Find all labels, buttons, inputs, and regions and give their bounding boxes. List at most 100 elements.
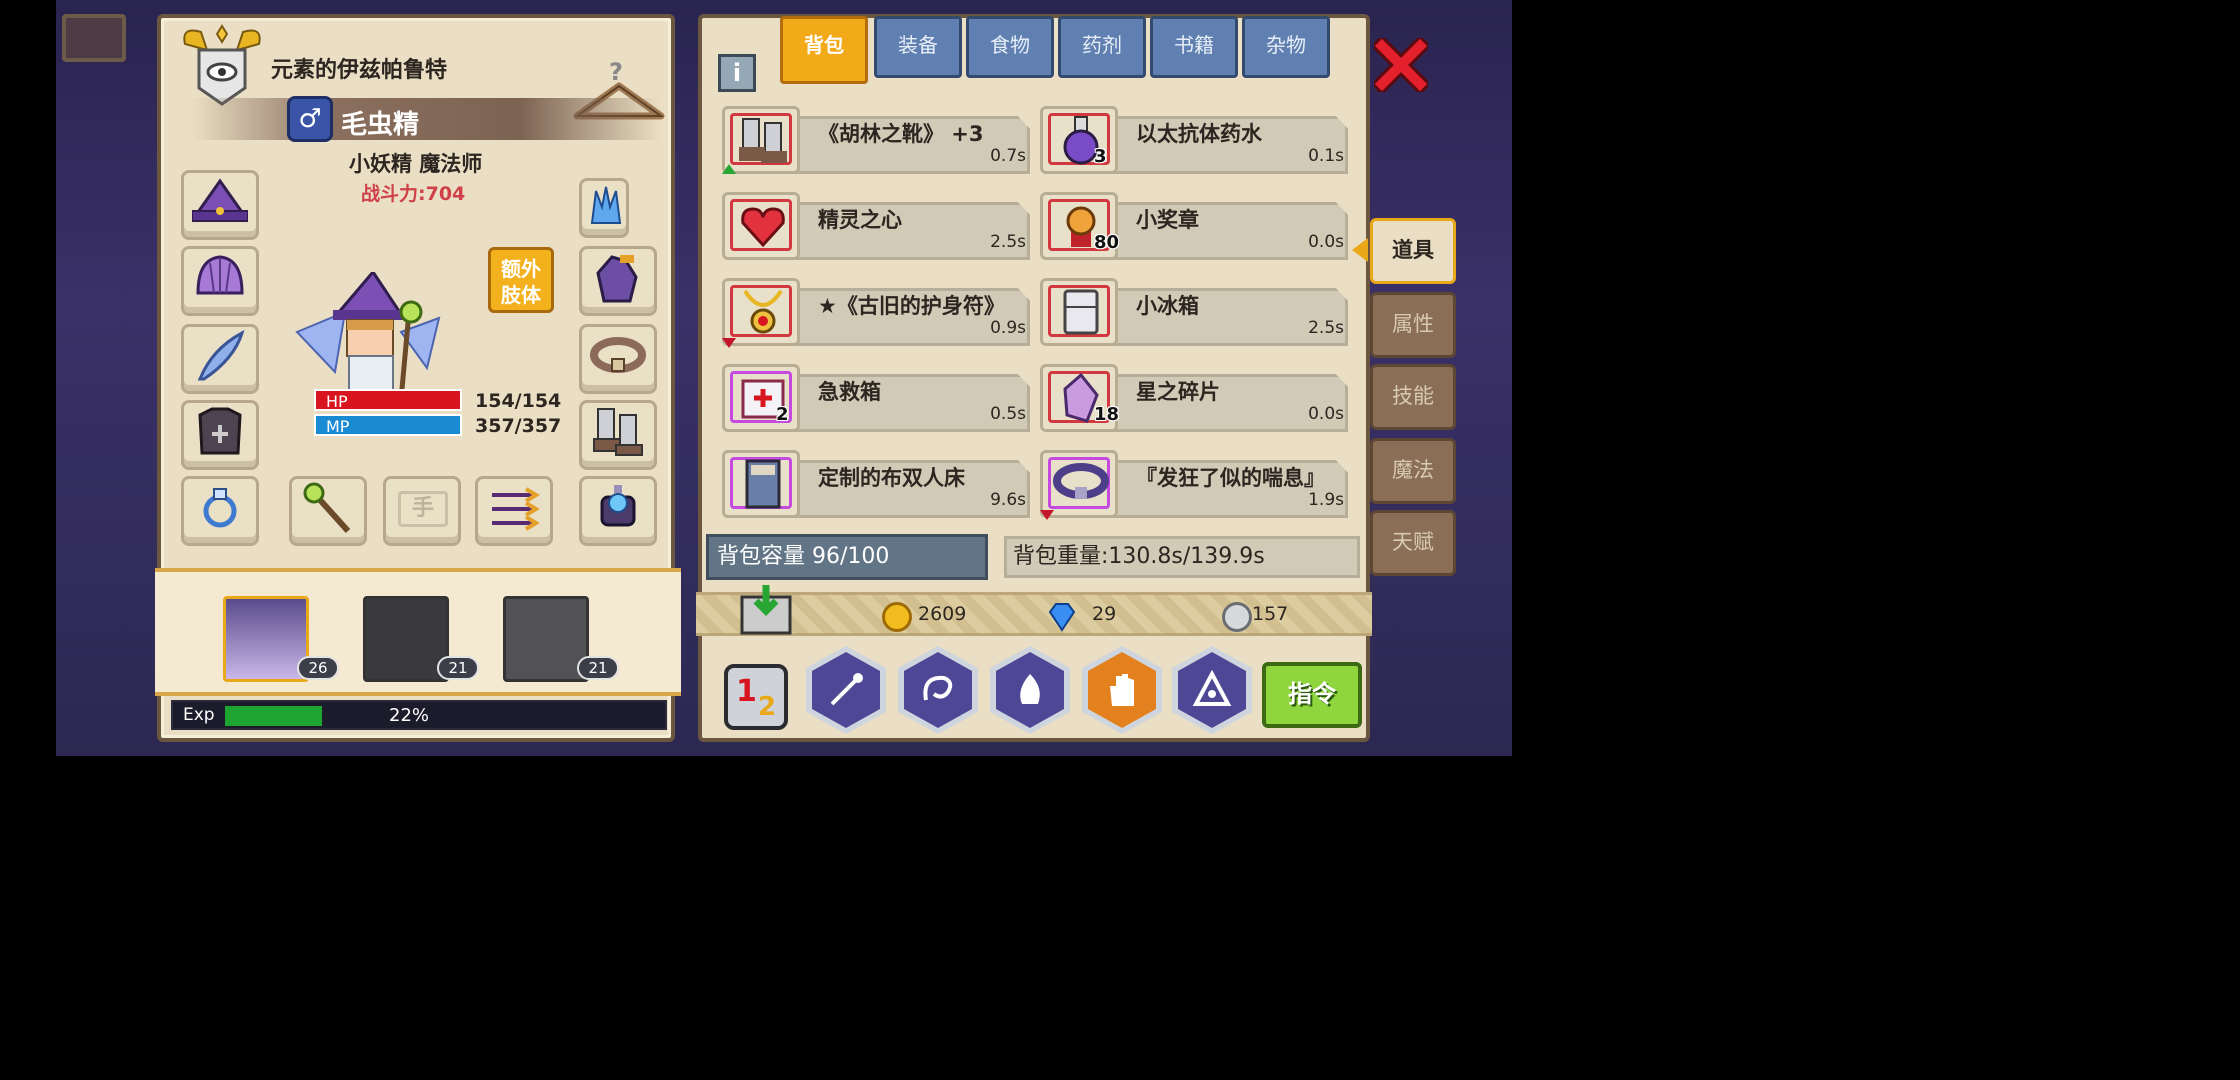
armor-icon [198,407,242,455]
slot-ammo[interactable] [475,476,553,546]
side-tab-skills[interactable]: 技能 [1370,364,1456,430]
page-total: 2 [758,692,777,722]
item-name: ★《古旧的护身符》 [818,294,1005,318]
inventory-item-1[interactable]: 《胡林之靴》 +3 0.7s [722,102,1032,176]
hp-value: 154/154 [475,390,562,412]
job-banner [191,98,661,140]
side-tab-pointer-icon [1352,238,1368,262]
wand-icon [830,673,863,706]
slot-crystal[interactable] [579,178,629,238]
exp-bar: Exp 22% [171,700,667,730]
slot-mount[interactable] [579,476,657,546]
race-class-label: 小妖精 魔法师 [349,152,483,176]
item-weight: 9.6s [990,490,1026,510]
skill-slot-3[interactable] [990,646,1070,734]
exp-label: Exp [183,705,215,725]
inventory-item-3[interactable]: 精灵之心 2.5s [722,188,1032,262]
item-weight: 0.9s [990,318,1026,338]
arrows-icon [492,487,540,531]
currency-bar: 2609 29 157 [696,585,1372,636]
item-name: 急救箱 [818,380,881,404]
slot-wing[interactable] [181,324,259,394]
inventory-item-10[interactable]: 『发狂了似的喘息』 1.9s [1040,446,1350,520]
slot-head[interactable] [181,170,259,240]
extra-limb-button[interactable]: 额外 肢体 [488,247,554,313]
tab-equipment[interactable]: 装备 [874,16,962,78]
inventory-item-7[interactable]: 2 急救箱 0.5s [722,360,1032,434]
upgrade-arrow-icon [722,164,736,174]
tab-bag[interactable]: 背包 [780,16,868,84]
skill-slot-2[interactable] [898,646,978,734]
item-name: 『发狂了似的喘息』 [1136,466,1325,490]
downgrade-arrow-icon [1040,510,1054,520]
item-icon-box [722,192,800,260]
shell-icon [196,255,244,295]
exp-percent: 22% [389,705,430,726]
page-switch-button[interactable]: 1 2 [724,664,788,730]
hero-sprite [295,272,441,401]
feather-icon [197,329,245,381]
inventory-item-4[interactable]: 80 小奖章 0.0s [1040,188,1350,262]
hand-icon [1110,674,1134,706]
inventory-item-5[interactable]: ★《古旧的护身符》 0.9s [722,274,1032,348]
close-icon[interactable] [1374,38,1428,92]
command-button[interactable]: 指令 [1262,662,1362,728]
side-tab-talents[interactable]: 天赋 [1370,510,1456,576]
slot-gloves[interactable] [579,246,657,316]
skill-slot-5[interactable] [1172,646,1252,734]
slot-boots[interactable] [579,400,657,470]
character-panel: 元素的伊兹帕鲁特 ? ♂ 毛虫精 小妖精 魔法师 战斗力:704 手 额外 肢体… [155,14,681,742]
skill-slot-1[interactable] [806,646,886,734]
item-weight: 0.1s [1308,146,1344,166]
item-name: 精灵之心 [818,208,902,232]
collar-icon [590,337,646,373]
bed-icon [745,459,781,509]
combat-power: 战斗力:704 [361,183,466,205]
side-tab-items[interactable]: 道具 [1370,218,1456,284]
silver-amount: 157 [1252,603,1289,625]
crystal-icon [590,186,622,224]
inventory-item-8[interactable]: 18 星之碎片 0.0s [1040,360,1350,434]
fridge-icon [1063,289,1099,335]
item-name: 星之碎片 [1136,380,1220,404]
gauntlet-icon [596,255,638,303]
info-button[interactable]: i [718,54,756,92]
sort-download-icon[interactable] [738,585,794,637]
party-bar: 26 21 21 [155,568,681,696]
flame-icon [1020,674,1040,704]
job-name: 毛虫精 [341,110,420,140]
side-tab-magic[interactable]: 魔法 [1370,438,1456,504]
slot-belt[interactable] [579,324,657,394]
slot-weapon[interactable] [289,476,367,546]
slot-armor[interactable] [181,400,259,470]
heart-icon [741,207,785,248]
side-tab-attributes[interactable]: 属性 [1370,292,1456,358]
item-quantity: 80 [1094,232,1120,253]
inventory-item-2[interactable]: 3 以太抗体药水 0.1s [1040,102,1350,176]
inventory-panel: 背包 装备 食物 药剂 书籍 杂物 i 《胡林之靴》 +3 0.7s 3 以太抗… [696,14,1372,742]
exp-fill [225,706,322,726]
wizard-hat-icon [192,178,248,222]
tab-books[interactable]: 书籍 [1150,16,1238,78]
slot-offhand[interactable]: 手 [383,476,461,546]
item-name: 以太抗体药水 [1136,122,1262,146]
slot-accessory-1[interactable] [181,246,259,316]
ring-icon [203,488,237,528]
skill-slot-4[interactable] [1082,646,1162,734]
item-name: 小奖章 [1136,208,1199,232]
inventory-item-6[interactable]: 小冰箱 2.5s [1040,274,1350,348]
item-weight: 0.0s [1308,232,1344,252]
inventory-item-9[interactable]: 定制的布双人床 9.6s [722,446,1032,520]
tab-potions[interactable]: 药剂 [1058,16,1146,78]
gold-amount: 2609 [918,603,967,625]
bag-capacity: 背包容量 96/100 [706,534,988,580]
gem-icon [1048,603,1076,632]
ticket-icon[interactable] [62,14,126,62]
slot-ring[interactable] [181,476,259,546]
item-icon-box [722,278,800,346]
mp-value: 357/357 [475,415,562,437]
item-weight: 2.5s [990,232,1026,252]
tab-misc[interactable]: 杂物 [1242,16,1330,78]
tab-food[interactable]: 食物 [966,16,1054,78]
guild-emblem-icon[interactable] [177,24,267,108]
